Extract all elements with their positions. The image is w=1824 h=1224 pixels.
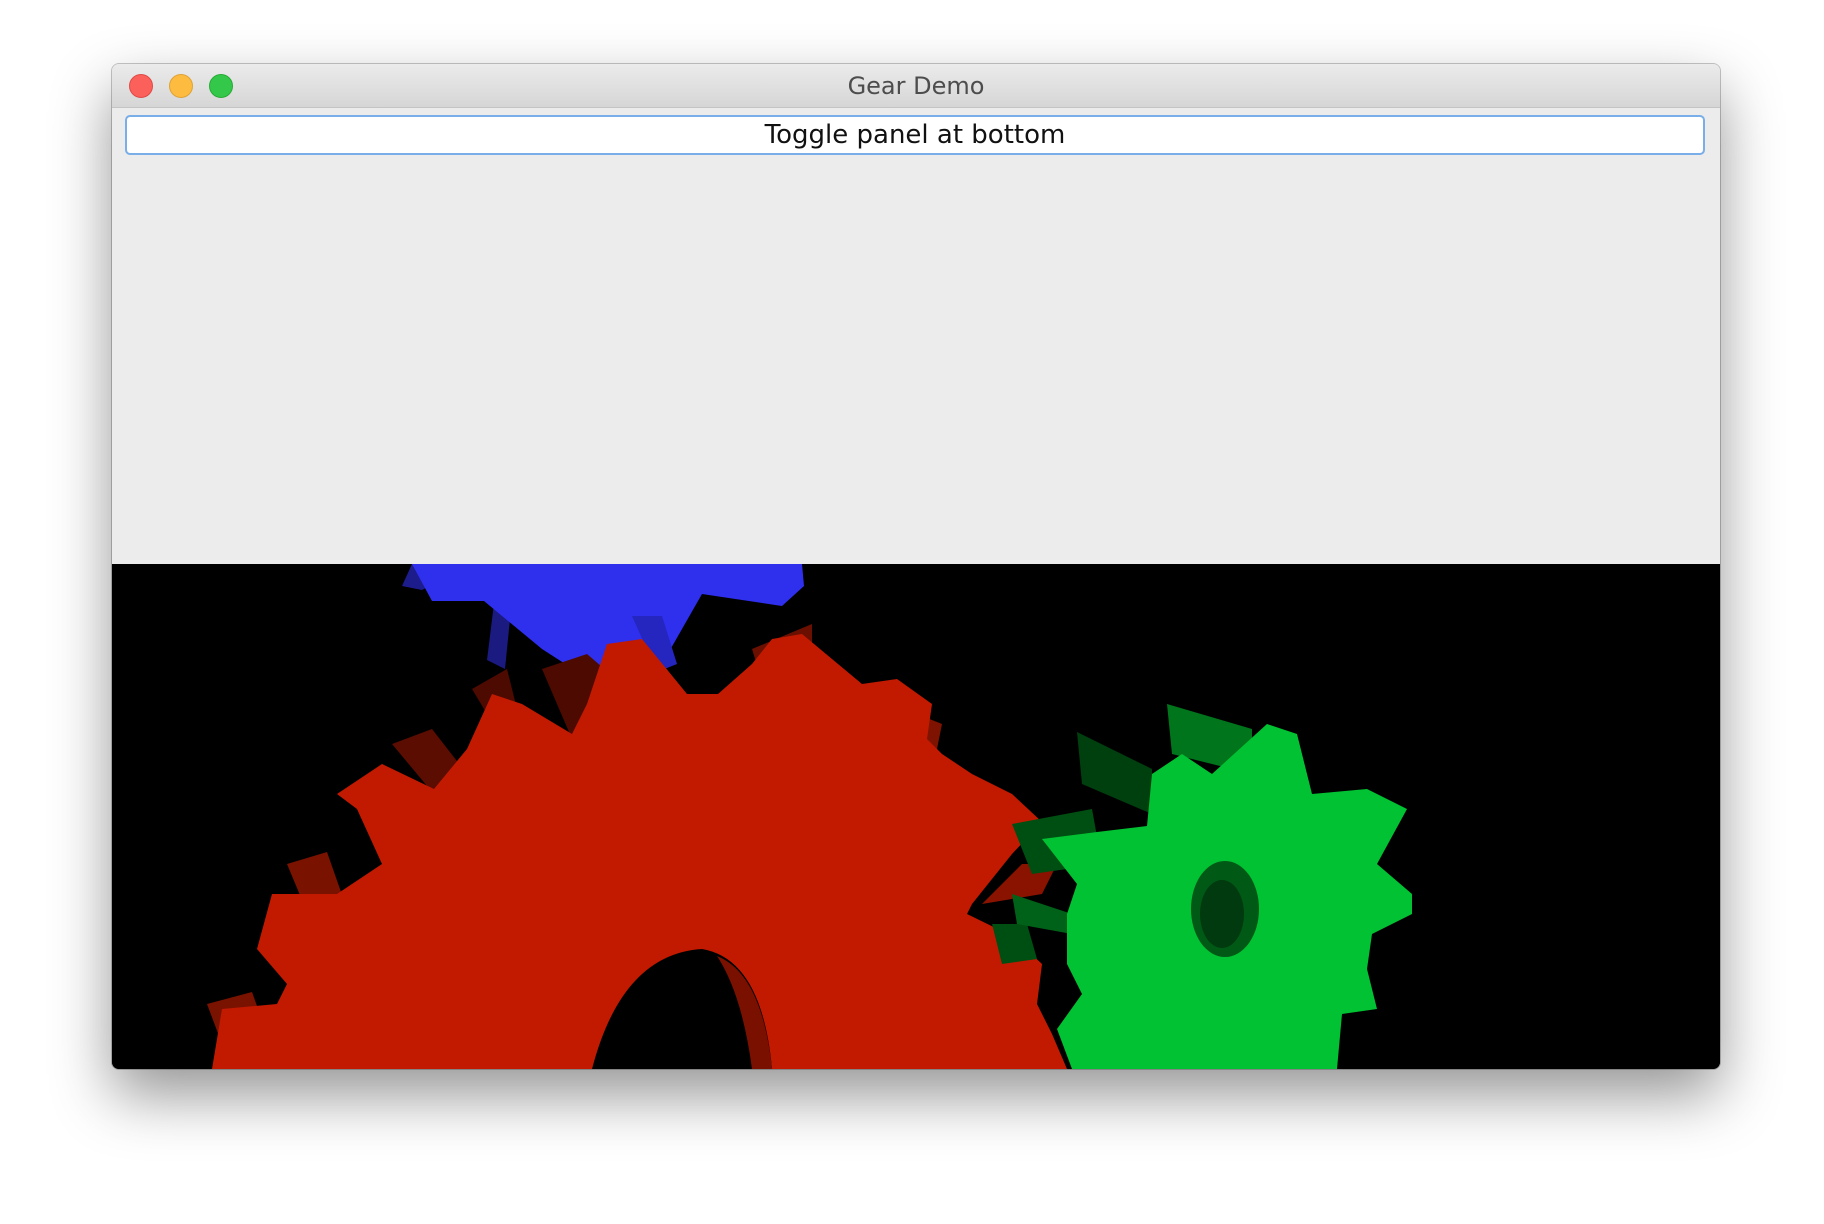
upper-panel (112, 161, 1720, 564)
title-bar[interactable]: Gear Demo (112, 64, 1720, 108)
toggle-panel-button[interactable]: Toggle panel at bottom (125, 115, 1705, 155)
gear-canvas[interactable] (112, 564, 1720, 1069)
window-title: Gear Demo (847, 72, 985, 100)
app-window: Gear Demo Toggle panel at bottom (112, 64, 1720, 1069)
gears-scene (112, 564, 1720, 1069)
